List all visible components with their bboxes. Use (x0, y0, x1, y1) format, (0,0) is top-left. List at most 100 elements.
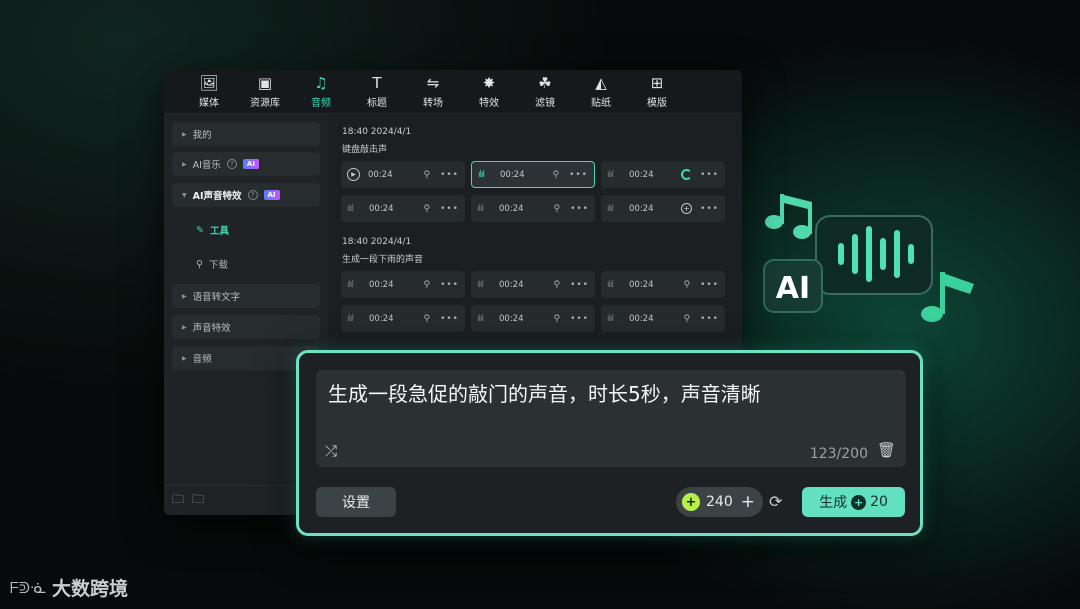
waveform-icon: ılıl (607, 279, 614, 290)
audio-card[interactable]: ılıl 00:24 ⚲ ••• (471, 305, 595, 332)
sidebar-subitem-label: 下载 (208, 260, 228, 271)
shuffle-icon[interactable]: ⤮ (325, 442, 337, 460)
tab-filters[interactable]: ☘ 滤镜 (520, 70, 570, 114)
trash-icon[interactable]: 🗑 (877, 441, 896, 459)
waveform-icon: ılıl (347, 279, 354, 290)
audio-duration: 00:24 (499, 279, 524, 290)
audio-card[interactable]: ılıl 00:24 ⚲ ••• (601, 305, 725, 332)
sidebar-item-label: 音频 (192, 354, 212, 365)
mic-icon[interactable]: ⚲ (553, 314, 560, 324)
play-icon[interactable]: ▶ (347, 168, 360, 181)
prompt-text[interactable]: 生成一段急促的敲门的声音，时长5秒，声音清晰 (328, 378, 761, 407)
caret-right-icon: ▶ (182, 160, 187, 168)
sidebar-item-speech-to-text[interactable]: ▶ 语音转文字 (172, 284, 320, 308)
credits-pill[interactable]: + 240 + (676, 487, 763, 517)
tab-label: 媒体 (199, 97, 219, 109)
tab-label: 滤镜 (535, 97, 555, 109)
help-icon[interactable]: ? (247, 190, 258, 200)
template-icon: ⊞ (650, 73, 664, 92)
waveform-icon: ılıl (607, 313, 614, 324)
mic-icon[interactable]: ⚲ (552, 170, 559, 180)
waveform-icon: ılıl (478, 169, 485, 180)
mic-icon[interactable]: ⚲ (423, 314, 430, 324)
caret-down-icon: ▼ (182, 191, 187, 199)
folder-icon[interactable]: 🗀 (192, 490, 204, 511)
more-icon[interactable]: ••• (570, 314, 589, 324)
waveform-icon: ılıl (607, 203, 614, 214)
audio-card[interactable]: ılıl 00:24 ⚲ ••• (341, 305, 465, 332)
tab-media[interactable]: 🖼 媒体 (184, 70, 234, 114)
tab-stickers[interactable]: ◭ 贴纸 (576, 70, 626, 114)
audio-duration: 00:24 (369, 279, 394, 290)
tab-library[interactable]: ▣ 资源库 (240, 70, 290, 114)
audio-card[interactable]: ▶ 00:24 ⚲ ••• (341, 161, 465, 188)
sidebar-item-label: 声音特效 (192, 323, 231, 334)
mic-icon[interactable]: ⚲ (683, 314, 690, 324)
credit-coin-icon: + (682, 493, 700, 511)
sidebar-subitem-label: 工具 (209, 226, 229, 237)
waveform-icon: ılıl (477, 279, 484, 290)
tab-label: 贴纸 (591, 97, 611, 109)
mic-icon[interactable]: ⚲ (423, 204, 430, 214)
svg-text:AI: AI (776, 271, 810, 306)
audio-card[interactable]: ılıl 00:24 ⚲ ••• (601, 271, 725, 298)
more-icon[interactable]: ••• (700, 280, 719, 290)
tab-label: 资源库 (250, 97, 280, 109)
sidebar-subitem-downloads[interactable]: ⚲ 下载 (196, 257, 228, 272)
settings-button[interactable]: 设置 (316, 487, 396, 517)
effects-icon: ✸ (482, 73, 496, 92)
audio-card[interactable]: ılıl 00:24 ⚲ ••• (341, 195, 465, 222)
sidebar-item-label: AI音乐 (192, 160, 221, 171)
sidebar-subitem-tools[interactable]: ✎ 工具 (196, 223, 229, 238)
audio-card[interactable]: ılıl 00:24 ⚲ ••• (471, 271, 595, 298)
more-icon[interactable]: ••• (440, 204, 459, 214)
audio-card[interactable]: ılıl 00:24 + ••• (601, 195, 725, 222)
sidebar-item-label: 我的 (192, 130, 212, 141)
tab-label: 标题 (367, 97, 387, 109)
tab-effects[interactable]: ✸ 特效 (464, 70, 514, 114)
audio-card[interactable]: ılıl 00:24 ⚲ ••• (341, 271, 465, 298)
caret-right-icon: ▶ (182, 292, 187, 300)
tab-titles[interactable]: T 标题 (352, 70, 402, 114)
waveform-icon: ılıl (477, 313, 484, 324)
mic-icon[interactable]: ⚲ (423, 170, 430, 180)
generate-cost: 20 (870, 494, 888, 510)
audio-card[interactable]: ılıl 00:24 ••• (601, 161, 725, 188)
audio-card-selected[interactable]: ılıl 00:24 ⚲ ••• (471, 161, 595, 188)
more-icon[interactable]: ••• (569, 170, 588, 180)
more-icon[interactable]: ••• (700, 170, 719, 180)
mic-icon[interactable]: ⚲ (553, 204, 560, 214)
audio-duration: 00:24 (500, 169, 525, 180)
more-icon[interactable]: ••• (570, 280, 589, 290)
tab-templates[interactable]: ⊞ 模版 (632, 70, 682, 114)
generate-button[interactable]: 生成 + 20 (802, 487, 905, 517)
more-icon[interactable]: ••• (440, 314, 459, 324)
more-icon[interactable]: ••• (700, 204, 719, 214)
tab-audio[interactable]: ♫ 音频 (296, 70, 346, 114)
music-icon: ♫ (314, 73, 328, 92)
waveform-icon: ılıl (347, 203, 354, 214)
char-counter: 123/200 (809, 446, 868, 462)
audio-card[interactable]: ılıl 00:24 ⚲ ••• (471, 195, 595, 222)
mic-icon[interactable]: ⚲ (553, 280, 560, 290)
new-folder-icon[interactable]: 🗀 (172, 490, 184, 511)
mic-icon[interactable]: ⚲ (423, 280, 430, 290)
more-icon[interactable]: ••• (700, 314, 719, 324)
prompt-input[interactable]: 生成一段急促的敲门的声音，时长5秒，声音清晰 ⤮ 123/200 🗑 (316, 370, 906, 467)
more-icon[interactable]: ••• (570, 204, 589, 214)
sidebar-item-sound-effects[interactable]: ▶ 声音特效 (172, 315, 320, 339)
more-icon[interactable]: ••• (440, 170, 459, 180)
more-icon[interactable]: ••• (440, 280, 459, 290)
audio-duration: 00:24 (499, 203, 524, 214)
add-icon[interactable]: + (681, 203, 693, 214)
help-icon[interactable]: ? (226, 159, 237, 169)
refresh-icon[interactable]: ⟳ (769, 492, 782, 511)
add-credits-icon[interactable]: + (741, 492, 755, 512)
sidebar-item-ai-music[interactable]: ▶ AI音乐 ? AI (172, 152, 320, 176)
mic-icon[interactable]: ⚲ (683, 280, 690, 290)
tab-label: 特效 (479, 97, 499, 109)
tab-transitions[interactable]: ⇋ 转场 (408, 70, 458, 114)
sidebar-item-mine[interactable]: ▶ 我的 (172, 122, 320, 146)
sidebar-item-ai-sound-effects[interactable]: ▼ AI声音特效 ? AI (172, 183, 320, 207)
watermark: ᖴᕲᓍ 大数跨境 (10, 574, 128, 601)
